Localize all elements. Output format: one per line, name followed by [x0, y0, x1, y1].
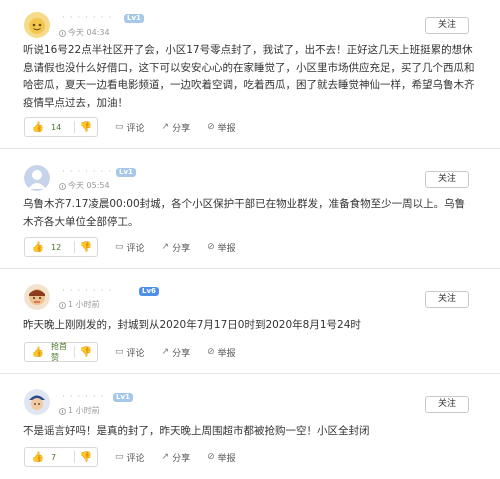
comment-button[interactable]: ▭ 评论: [115, 346, 145, 359]
comment-label: 评论: [126, 123, 145, 134]
comment-text: 昨天晚上刚刚发的，封城到从2020年7月17日0时到2020年8月1号24时: [23, 319, 361, 331]
follow-button[interactable]: 关注: [425, 291, 469, 308]
share-icon: ↗: [161, 347, 170, 357]
report-button[interactable]: ⊘ 举报: [207, 451, 236, 464]
comment-actions: 👍 14 👎 ▭ 评论 ↗ 分享 ⊘ 举报: [24, 117, 236, 137]
follow-button[interactable]: 关注: [425, 17, 469, 34]
like-count: 12: [51, 242, 62, 252]
post-time-text: 1 小时前: [68, 406, 100, 415]
post-time: 今天 04:34: [59, 28, 110, 38]
comment-actions: 👍 12 👎 ▭ 评论 ↗ 分享 ⊘ 举报: [24, 237, 236, 257]
share-button[interactable]: ↗ 分享: [162, 346, 191, 359]
comment-icon: ▭: [115, 122, 124, 132]
comment-button[interactable]: ▭ 评论: [115, 451, 145, 464]
report-button[interactable]: ⊘ 举报: [207, 241, 236, 254]
report-icon: ⊘: [207, 347, 215, 357]
share-button[interactable]: ↗ 分享: [162, 451, 191, 464]
avatar-image: [24, 165, 50, 191]
divider: [0, 373, 500, 374]
comment-icon: ▭: [115, 242, 124, 252]
thumb-up-icon[interactable]: 👍: [25, 347, 51, 358]
like-count: 14: [51, 122, 62, 132]
comment-actions: 👍 7 👎 ▭ 评论 ↗ 分享 ⊘ 举报: [24, 447, 236, 467]
divider: [0, 148, 500, 149]
like-count: 抢首赞: [51, 342, 67, 362]
clock-icon: [59, 29, 66, 37]
username[interactable]: · · · · · · ·: [62, 14, 112, 23]
clock-icon: [59, 407, 66, 415]
comment-label: 评论: [126, 348, 145, 359]
report-button[interactable]: ⊘ 举报: [207, 121, 236, 134]
comment-text: 乌鲁木齐7.17凌晨00:00封城，各个小区保护干部已在物业群发，准备食物至少一…: [23, 198, 466, 228]
avatar[interactable]: [24, 389, 50, 415]
like-widget: 👍 12 👎: [24, 237, 98, 257]
report-label: 举报: [217, 243, 236, 254]
comment-icon: ▭: [115, 347, 124, 357]
report-icon: ⊘: [207, 452, 215, 462]
follow-button[interactable]: 关注: [425, 396, 469, 413]
share-label: 分享: [172, 453, 191, 464]
like-widget: 👍 14 👎: [24, 117, 98, 137]
report-label: 举报: [217, 453, 236, 464]
divider: [0, 268, 500, 269]
thumb-up-icon[interactable]: 👍: [25, 452, 51, 463]
share-button[interactable]: ↗ 分享: [162, 241, 191, 254]
comment-button[interactable]: ▭ 评论: [115, 121, 145, 134]
share-icon: ↗: [161, 122, 170, 132]
comment-text: 听说16号22点半社区开了会，小区17号零点封了，我试了，出不去！正好这几天上班…: [23, 44, 475, 109]
avatar[interactable]: [24, 284, 50, 310]
report-icon: ⊘: [207, 122, 215, 132]
like-widget: 👍 抢首赞 👎: [24, 342, 98, 362]
thumb-up-icon[interactable]: 👍: [25, 122, 51, 133]
thumb-down-icon[interactable]: 👎: [75, 122, 97, 133]
post-time: 1 小时前: [59, 406, 100, 416]
comment-label: 评论: [126, 453, 145, 464]
like-count: 7: [51, 452, 57, 462]
username[interactable]: · · · · · ·: [62, 393, 104, 402]
post-time-text: 今天 04:34: [68, 28, 110, 37]
level-badge: Lv1: [113, 393, 133, 402]
post-time: 今天 05:54: [59, 181, 110, 191]
report-icon: ⊘: [207, 242, 215, 252]
share-label: 分享: [172, 123, 191, 134]
comment-icon: ▭: [115, 452, 124, 462]
follow-button[interactable]: 关注: [425, 171, 469, 188]
comment-text: 不是谣言好吗！是真的封了，昨天晚上周围超市都被抢购一空！小区全封闭: [23, 425, 370, 437]
share-label: 分享: [172, 348, 191, 359]
thumb-down-icon[interactable]: 👎: [75, 242, 97, 253]
share-button[interactable]: ↗ 分享: [162, 121, 191, 134]
thumb-down-icon[interactable]: 👎: [75, 347, 97, 358]
report-button[interactable]: ⊘ 举报: [207, 346, 236, 359]
level-badge: Lv6: [139, 287, 159, 296]
report-label: 举报: [217, 123, 236, 134]
share-icon: ↗: [161, 452, 170, 462]
report-label: 举报: [217, 348, 236, 359]
avatar-image: [24, 389, 50, 415]
share-label: 分享: [172, 243, 191, 254]
clock-icon: [59, 301, 66, 309]
avatar-image: [24, 284, 50, 310]
level-badge: Lv1: [124, 14, 144, 23]
avatar[interactable]: [24, 12, 50, 38]
level-badge: Lv1: [116, 168, 136, 177]
like-widget: 👍 7 👎: [24, 447, 98, 467]
username[interactable]: · · · · · · ·: [62, 287, 112, 296]
thumb-down-icon[interactable]: 👎: [75, 452, 97, 463]
post-time-text: 1 小时前: [68, 300, 100, 309]
comment-actions: 👍 抢首赞 👎 ▭ 评论 ↗ 分享 ⊘ 举报: [24, 342, 236, 362]
thumb-up-icon[interactable]: 👍: [25, 242, 51, 253]
username[interactable]: · · · · · · ·: [62, 168, 112, 177]
clock-icon: [59, 182, 66, 190]
share-icon: ↗: [161, 242, 170, 252]
avatar[interactable]: [24, 165, 50, 191]
avatar-image: [24, 12, 50, 38]
comment-button[interactable]: ▭ 评论: [115, 241, 145, 254]
post-time-text: 今天 05:54: [68, 181, 110, 190]
comment-label: 评论: [126, 243, 145, 254]
post-time: 1 小时前: [59, 300, 100, 310]
